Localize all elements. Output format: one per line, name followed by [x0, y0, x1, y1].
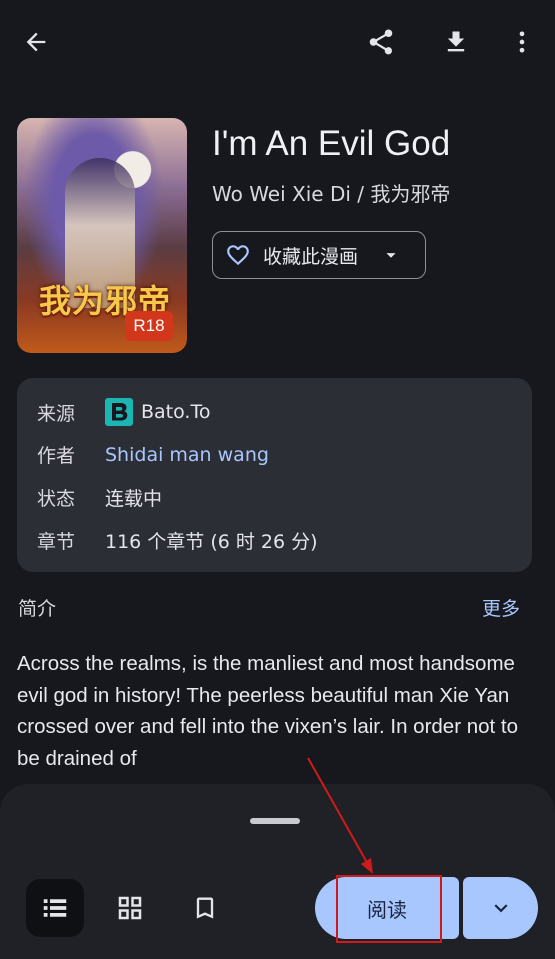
manga-title: I'm An Evil God: [212, 124, 451, 163]
info-value: Bato.To: [141, 401, 211, 423]
download-icon[interactable]: [432, 18, 480, 66]
top-app-bar: [0, 0, 555, 84]
read-options-button[interactable]: [463, 877, 538, 939]
chevron-down-icon: [488, 895, 514, 921]
info-card: 来源 Bato.To 作者 Shidai man wang 状态 连载中 章节 …: [17, 378, 532, 572]
description-text: Across the realms, is the manliest and m…: [17, 652, 519, 770]
info-value: 116 个章节 (6 时 26 分): [105, 531, 318, 553]
back-arrow-icon[interactable]: [12, 18, 60, 66]
chapter-list-button[interactable]: [26, 879, 84, 937]
add-to-library-button[interactable]: 收藏此漫画: [212, 231, 426, 279]
rating-badge: R18: [125, 311, 173, 341]
heart-outline-icon: [225, 242, 251, 268]
manga-alt-title: Wo Wei Xie Di / 我为邪帝: [212, 182, 451, 206]
share-icon[interactable]: [357, 18, 405, 66]
bookmark-icon[interactable]: [176, 879, 234, 937]
intro-heading: 简介: [18, 598, 57, 620]
annotation-highlight-box: [336, 875, 442, 943]
info-key: 章节: [37, 531, 76, 553]
more-vert-icon[interactable]: [498, 18, 546, 66]
info-key: 状态: [37, 488, 76, 510]
bato-logo-icon: [105, 398, 133, 426]
info-row-status: 状态 连载中: [37, 484, 162, 511]
drag-handle[interactable]: [250, 818, 300, 824]
info-key: 来源: [37, 402, 76, 425]
info-row-author[interactable]: 作者 Shidai man wang: [37, 441, 269, 468]
info-value: 连载中: [105, 488, 163, 510]
info-key: 作者: [37, 445, 76, 467]
more-link[interactable]: 更多: [482, 594, 520, 621]
author-link[interactable]: Shidai man wang: [105, 444, 269, 466]
info-row-chapters: 章节 116 个章节 (6 时 26 分): [37, 527, 318, 554]
manga-cover-image[interactable]: 我为邪帝 R18: [17, 118, 187, 353]
favorite-label: 收藏此漫画: [263, 245, 359, 268]
dropdown-arrow-icon: [380, 244, 402, 266]
grid-view-icon[interactable]: [101, 879, 159, 937]
info-row-source[interactable]: 来源 Bato.To: [37, 398, 210, 426]
list-icon: [26, 879, 84, 937]
